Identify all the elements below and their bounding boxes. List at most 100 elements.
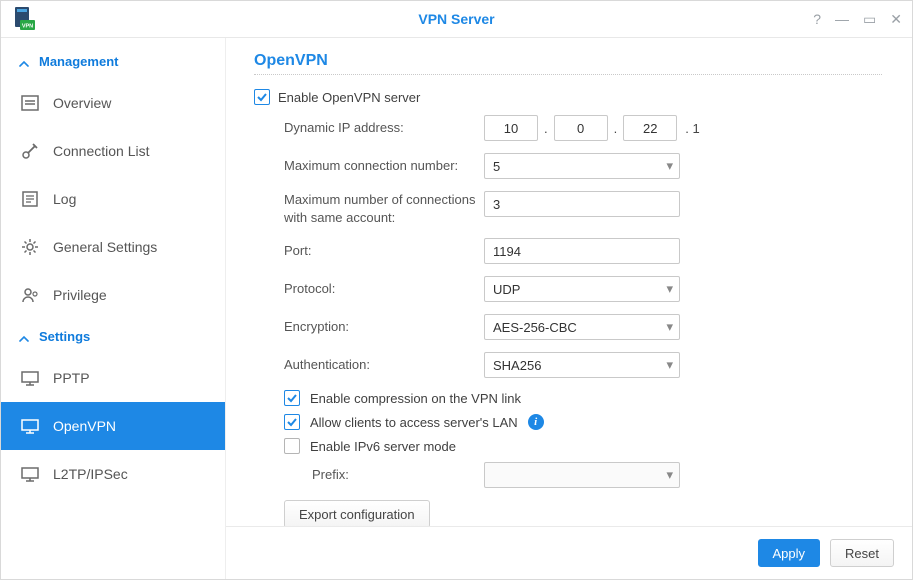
- field-port: Port:: [284, 238, 882, 264]
- field-maxconn: Maximum connection number: 5 ▾: [284, 153, 882, 179]
- allow-lan-checkbox[interactable]: [284, 414, 300, 430]
- body: Management Overview Connection List Log: [1, 38, 912, 579]
- sidebar-item-pptp[interactable]: PPTP: [1, 354, 225, 402]
- caret-down-icon: ▾: [666, 357, 673, 373]
- caret-down-icon: ▾: [666, 281, 673, 297]
- dynip-b-input[interactable]: [554, 115, 608, 141]
- svg-text:VPN: VPN: [22, 24, 33, 30]
- sidebar-item-overview[interactable]: Overview: [1, 79, 225, 127]
- allow-lan-label: Allow clients to access server's LAN: [310, 415, 518, 430]
- window-controls: ? — ▭ ✕: [813, 11, 902, 28]
- caret-down-icon: ▾: [666, 158, 673, 174]
- gear-icon: [19, 237, 41, 257]
- dynip-label: Dynamic IP address:: [284, 119, 484, 137]
- dynip-suffix-value: 1: [692, 121, 699, 136]
- ipv6-label: Enable IPv6 server mode: [310, 439, 456, 454]
- encryption-select[interactable]: AES-256-CBC ▾: [484, 314, 680, 340]
- close-icon[interactable]: ✕: [890, 11, 902, 28]
- help-icon[interactable]: ?: [813, 11, 821, 28]
- titlebar: VPN VPN Server ? — ▭ ✕: [1, 1, 912, 38]
- protocol-label: Protocol:: [284, 280, 484, 298]
- prefix-label: Prefix:: [312, 466, 484, 484]
- enable-openvpn-checkbox[interactable]: [254, 89, 270, 105]
- sidebar-section-label: Management: [39, 54, 118, 69]
- field-auth: Authentication: SHA256 ▾: [284, 352, 882, 378]
- sidebar-section-management[interactable]: Management: [1, 44, 225, 79]
- window-title: VPN Server: [1, 11, 912, 27]
- chevron-up-icon: [19, 57, 29, 67]
- connection-icon: [19, 141, 41, 161]
- field-maxsame: Maximum number of connections with same …: [284, 191, 882, 226]
- monitor-icon: [19, 416, 41, 436]
- content-wrap: OpenVPN Enable OpenVPN server Dynamic IP…: [226, 38, 912, 579]
- maxsame-input[interactable]: [484, 191, 680, 217]
- sidebar-item-label: Overview: [53, 95, 111, 111]
- protocol-value: UDP: [493, 282, 520, 297]
- port-label: Port:: [284, 242, 484, 260]
- overview-icon: [19, 93, 41, 113]
- sidebar-item-label: Log: [53, 191, 76, 207]
- auth-value: SHA256: [493, 358, 541, 373]
- dot-icon: .: [544, 121, 548, 136]
- export-config-button[interactable]: Export configuration: [284, 500, 430, 526]
- sidebar-section-settings[interactable]: Settings: [1, 319, 225, 354]
- sidebar-item-label: OpenVPN: [53, 418, 116, 434]
- ipv6-checkbox[interactable]: [284, 438, 300, 454]
- encryption-value: AES-256-CBC: [493, 320, 577, 335]
- compress-checkbox[interactable]: [284, 390, 300, 406]
- sidebar-item-label: General Settings: [53, 239, 157, 255]
- sidebar-item-log[interactable]: Log: [1, 175, 225, 223]
- maxconn-select[interactable]: 5 ▾: [484, 153, 680, 179]
- field-protocol: Protocol: UDP ▾: [284, 276, 882, 302]
- encryption-label: Encryption:: [284, 318, 484, 336]
- content: OpenVPN Enable OpenVPN server Dynamic IP…: [226, 38, 912, 526]
- dot-icon: .: [614, 121, 618, 136]
- sidebar-item-label: Privilege: [53, 287, 107, 303]
- sidebar-item-general-settings[interactable]: General Settings: [1, 223, 225, 271]
- allow-lan-row: Allow clients to access server's LAN i: [284, 414, 882, 430]
- port-input[interactable]: [484, 238, 680, 264]
- minimize-icon[interactable]: —: [835, 11, 849, 28]
- sidebar: Management Overview Connection List Log: [1, 38, 226, 579]
- maxconn-label: Maximum connection number:: [284, 157, 484, 175]
- field-dynip: Dynamic IP address: . . . 1: [284, 115, 882, 141]
- form-indent: Dynamic IP address: . . . 1 Maximum conn…: [284, 115, 882, 526]
- sidebar-item-label: L2TP/IPSec: [53, 466, 128, 482]
- divider: [254, 74, 882, 75]
- caret-down-icon: ▾: [666, 319, 673, 335]
- compress-row: Enable compression on the VPN link: [284, 390, 882, 406]
- footer: Apply Reset: [226, 526, 912, 579]
- sidebar-item-openvpn[interactable]: OpenVPN: [1, 402, 225, 450]
- caret-down-icon: ▾: [666, 467, 673, 483]
- chevron-up-icon: [19, 332, 29, 342]
- maximize-icon[interactable]: ▭: [863, 11, 876, 28]
- app-vpn-icon: VPN: [11, 6, 37, 32]
- sidebar-item-connection-list[interactable]: Connection List: [1, 127, 225, 175]
- dynip-a-input[interactable]: [484, 115, 538, 141]
- sidebar-item-l2tp[interactable]: L2TP/IPSec: [1, 450, 225, 498]
- dynip-group: . . . 1: [484, 115, 700, 141]
- page-title: OpenVPN: [254, 52, 882, 70]
- app-window: VPN VPN Server ? — ▭ ✕ Management Overvi…: [0, 0, 913, 580]
- auth-select[interactable]: SHA256 ▾: [484, 352, 680, 378]
- sidebar-item-label: PPTP: [53, 370, 90, 386]
- reset-button[interactable]: Reset: [830, 539, 894, 567]
- sidebar-item-privilege[interactable]: Privilege: [1, 271, 225, 319]
- apply-button[interactable]: Apply: [758, 539, 821, 567]
- prefix-select: ▾: [484, 462, 680, 488]
- monitor-icon: [19, 464, 41, 484]
- ipv6-row: Enable IPv6 server mode: [284, 438, 882, 454]
- management-nav: Overview Connection List Log General Set…: [1, 79, 225, 319]
- sidebar-item-label: Connection List: [53, 143, 150, 159]
- field-encryption: Encryption: AES-256-CBC ▾: [284, 314, 882, 340]
- enable-openvpn-row: Enable OpenVPN server: [254, 89, 882, 105]
- auth-label: Authentication:: [284, 356, 484, 374]
- field-prefix: Prefix: ▾: [312, 462, 882, 488]
- sidebar-section-label: Settings: [39, 329, 90, 344]
- log-icon: [19, 189, 41, 209]
- compress-label: Enable compression on the VPN link: [310, 391, 521, 406]
- protocol-select[interactable]: UDP ▾: [484, 276, 680, 302]
- info-icon[interactable]: i: [528, 414, 544, 430]
- maxconn-value: 5: [493, 159, 500, 174]
- dynip-c-input[interactable]: [623, 115, 677, 141]
